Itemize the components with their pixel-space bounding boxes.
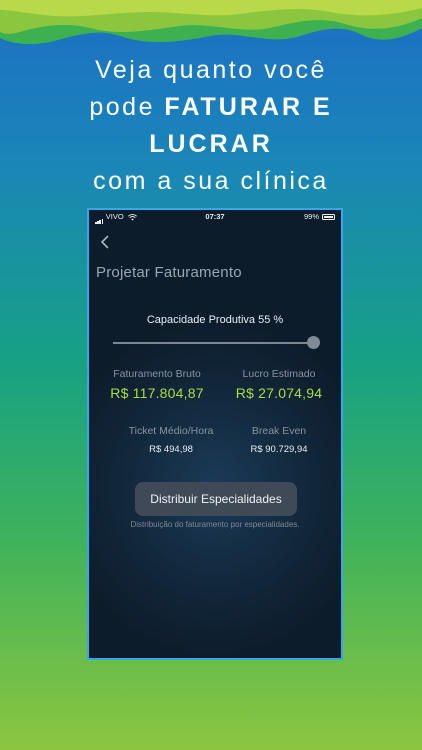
capacity-slider[interactable]: [113, 336, 321, 350]
break-even-metric: Break Even R$ 90.729,94: [223, 425, 335, 455]
estimated-profit-label: Lucro Estimado: [242, 368, 316, 380]
headline-line-3: LUCRAR: [0, 126, 422, 163]
gross-revenue-value: R$ 117.804,87: [110, 385, 204, 401]
estimated-profit-value: R$ 27.074,94: [235, 385, 323, 401]
headline-line-4: com a sua clínica: [93, 167, 329, 195]
ticket-value: R$ 494,98: [149, 444, 193, 455]
headline-line-2: pode FATURAR E: [0, 89, 422, 126]
headline-line-2-bold: FATURAR E: [164, 93, 333, 121]
estimated-profit-metric: Lucro Estimado R$ 27.074,94: [223, 368, 335, 401]
distribute-caption: Distribuição do faturamento por especial…: [130, 520, 300, 529]
headline-line-3-bold: LUCRAR: [149, 130, 273, 158]
headline-line-1: Veja quanto você: [95, 56, 327, 84]
battery-icon: [322, 214, 335, 220]
chevron-left-icon[interactable]: [97, 234, 113, 250]
gross-revenue-label: Faturamento Bruto: [113, 368, 201, 380]
promo-headline: Veja quanto você pode FATURAR E LUCRAR c…: [0, 52, 422, 200]
decorative-waves: [0, 0, 422, 45]
battery-percent: 99%: [303, 212, 319, 221]
break-even-label: Break Even: [251, 425, 307, 437]
headline-line-2-prefix: pode: [89, 93, 165, 121]
distribute-specialties-button[interactable]: Distribuir Especialidades: [135, 482, 297, 516]
ticket-label: Ticket Médio/Hora: [128, 425, 214, 437]
gross-revenue-metric: Faturamento Bruto R$ 117.804,87: [101, 368, 213, 401]
capacity-label: Capacidade Produtiva 55 %: [146, 314, 284, 326]
battery-group: 99%: [304, 210, 335, 224]
status-bar: VIVO 07:37 99%: [89, 210, 341, 225]
phone-screen: VIVO 07:37 99% Projetar Faturamento Capa…: [87, 208, 343, 660]
slider-fill: [113, 342, 313, 344]
page-title: Projetar Faturamento: [96, 264, 242, 281]
ticket-metric: Ticket Médio/Hora R$ 494,98: [111, 425, 231, 455]
break-even-value: R$ 90.729,94: [250, 444, 308, 455]
slider-thumb[interactable]: [307, 336, 320, 349]
